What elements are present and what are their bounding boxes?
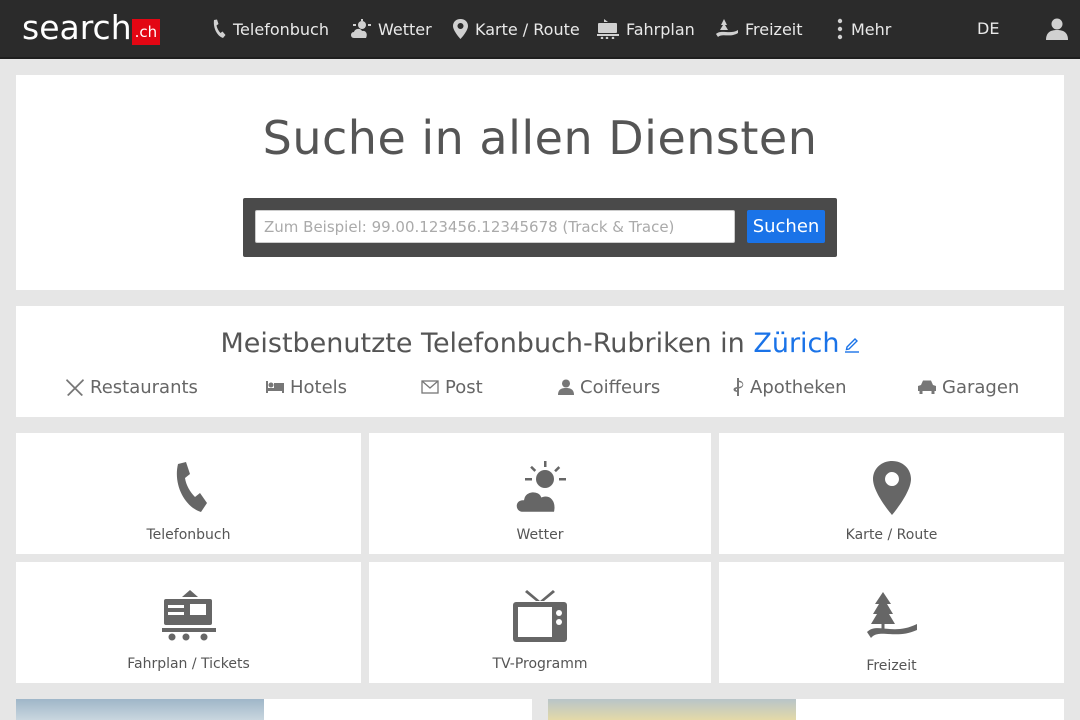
more-vertical-icon (837, 18, 843, 40)
category-label: Post (445, 376, 483, 398)
teaser-image-right[interactable] (548, 699, 796, 720)
nav-label: Telefonbuch (233, 19, 329, 39)
service-tile-tv-programm[interactable]: TV-Programm (369, 562, 711, 683)
phone-icon (213, 19, 226, 38)
category-apotheken[interactable]: Apotheken (732, 374, 847, 400)
service-tile-label: Wetter (516, 527, 564, 543)
leisure-icon (866, 592, 917, 638)
service-tile-label: Freizeit (866, 658, 917, 674)
service-tile-freizeit[interactable]: Freizeit (719, 562, 1064, 683)
cutlery-icon (66, 379, 84, 396)
train-icon (161, 590, 216, 641)
car-icon (918, 380, 936, 394)
categories-title: Meistbenutzte Telefonbuch-Rubriken in Zü… (16, 328, 1064, 360)
service-tile-label: Karte / Route (845, 527, 938, 543)
categories-title-text: Meistbenutzte Telefonbuch-Rubriken in (220, 328, 754, 359)
logo-text: search (22, 8, 132, 47)
category-label: Restaurants (90, 376, 198, 398)
search-box: Suchen (243, 198, 837, 257)
envelope-icon (421, 380, 439, 394)
train-icon (597, 19, 619, 39)
weather-icon (351, 19, 371, 38)
service-tile-label: Fahrplan / Tickets (127, 656, 250, 672)
service-tile-label: Telefonbuch (146, 527, 231, 543)
user-account-button[interactable] (1046, 18, 1068, 44)
logo-suffix: .ch (131, 19, 161, 45)
nav-fahrplan[interactable]: Fahrplan (597, 14, 695, 44)
service-tile-wetter[interactable]: Wetter (369, 433, 711, 554)
teaser-image-left[interactable] (16, 699, 264, 720)
nav-label: Freizeit (745, 19, 803, 39)
category-label: Garagen (942, 376, 1020, 398)
search-input[interactable] (255, 210, 735, 243)
search-ch-logo[interactable]: search .ch (22, 8, 161, 47)
person-icon (558, 379, 574, 395)
search-button[interactable]: Suchen (747, 210, 825, 243)
category-label: Coiffeurs (580, 376, 661, 398)
tv-icon (513, 590, 567, 642)
nav-label: Fahrplan (626, 19, 695, 39)
nav-wetter[interactable]: Wetter (349, 14, 432, 44)
weather-icon (514, 461, 566, 513)
nav-freizeit[interactable]: Freizeit (716, 14, 803, 44)
service-tile-telefonbuch[interactable]: Telefonbuch (16, 433, 361, 554)
nav-label: Wetter (378, 19, 432, 39)
nav-label: Karte / Route (475, 19, 580, 39)
bed-icon (266, 381, 284, 393)
category-garagen[interactable]: Garagen (918, 374, 1019, 400)
service-tile-karte-route[interactable]: Karte / Route (719, 433, 1064, 554)
top-navigation-bar: search .ch Telefonbuch Wetter Karte / Ro… (0, 0, 1080, 59)
pencil-icon (844, 338, 859, 353)
language-switch[interactable]: DE (977, 14, 999, 44)
edit-city-button[interactable] (844, 329, 860, 360)
category-label: Apotheken (750, 376, 847, 398)
service-tile-label: TV-Programm (492, 656, 588, 672)
category-hotels[interactable]: Hotels (266, 374, 347, 400)
nav-mehr[interactable]: Mehr (836, 14, 891, 44)
pharmacy-icon (733, 378, 744, 396)
city-link[interactable]: Zürich (753, 328, 839, 359)
service-tile-fahrplan-tickets[interactable]: Fahrplan / Tickets (16, 562, 361, 683)
user-icon (1046, 18, 1068, 40)
nav-telefonbuch[interactable]: Telefonbuch (211, 14, 329, 44)
leisure-icon (716, 19, 738, 37)
phone-icon (176, 462, 207, 512)
category-post[interactable]: Post (421, 374, 483, 400)
category-label: Hotels (290, 376, 348, 398)
search-panel: Suche in allen Diensten Suchen (16, 75, 1064, 290)
search-title: Suche in allen Diensten (262, 111, 818, 165)
map-pin-icon (872, 461, 911, 515)
category-restaurants[interactable]: Restaurants (66, 374, 198, 400)
popular-categories-panel: Meistbenutzte Telefonbuch-Rubriken in Zü… (16, 306, 1064, 417)
teaser-text-left[interactable] (264, 699, 532, 720)
category-coiffeurs[interactable]: Coiffeurs (558, 374, 660, 400)
nav-label: Mehr (851, 19, 892, 39)
nav-karte-route[interactable]: Karte / Route (453, 14, 580, 44)
map-pin-icon (453, 19, 468, 39)
teaser-text-right[interactable] (796, 699, 1064, 720)
